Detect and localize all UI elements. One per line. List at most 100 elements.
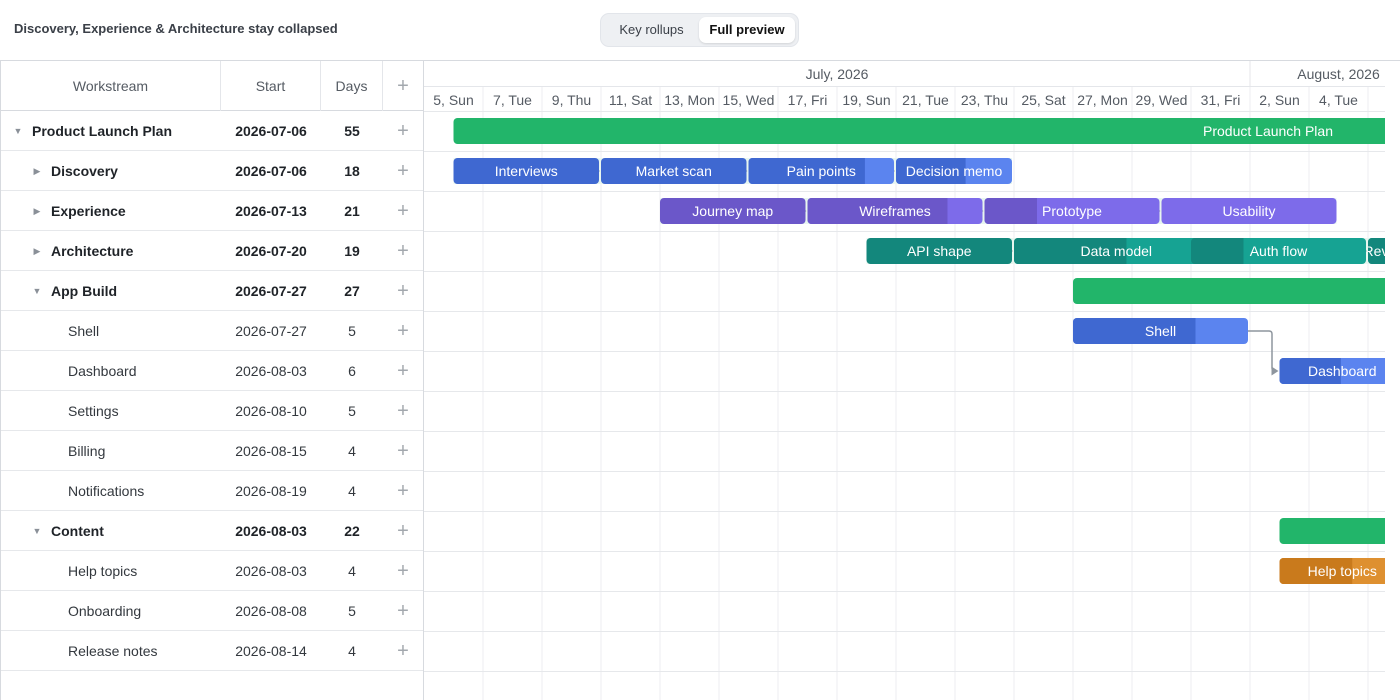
table-row[interactable]: ▶ Architecture 2026-07-20 19 + [1, 231, 423, 271]
task-bar[interactable]: Data model [1014, 238, 1219, 264]
add-subtask-icon[interactable]: + [383, 471, 423, 511]
bar-body[interactable] [1279, 518, 1386, 544]
table-row[interactable]: Billing 2026-08-15 4 + [1, 431, 423, 471]
task-bar[interactable] [1073, 278, 1385, 304]
workstream-name: Onboarding [68, 603, 142, 619]
task-bar[interactable]: Interviews [453, 158, 600, 184]
days-cell: 55 [344, 123, 360, 139]
bar-label: Usability [1223, 203, 1276, 219]
workstream-cell: ▶ Discovery [1, 151, 221, 191]
start-date-cell: 2026-08-03 [235, 523, 307, 539]
bar-label: Data model [1080, 243, 1152, 259]
chevron-right-icon[interactable]: ▶ [30, 231, 44, 271]
add-subtask-icon[interactable]: + [383, 271, 423, 311]
table-row[interactable]: Settings 2026-08-10 5 + [1, 391, 423, 431]
start-date-cell: 2026-08-19 [235, 483, 307, 499]
top-toolbar: Discovery, Experience & Architecture sta… [0, 0, 1400, 60]
table-row[interactable]: ▼ Content 2026-08-03 22 + [1, 511, 423, 551]
key-rollups-button[interactable]: Key rollups [605, 17, 698, 43]
chevron-down-icon[interactable]: ▼ [30, 511, 44, 551]
workstream-cell: ▶ Experience [1, 191, 221, 231]
workstream-name: App Build [51, 283, 118, 299]
timeline-svg: July, 2026 August, 2026 5, Sun 7, Tue 9, Thu… [424, 61, 1385, 700]
add-subtask-icon[interactable]: + [383, 391, 423, 431]
bar-progress [1073, 318, 1196, 344]
workstream-cell: ▼ App Build [1, 271, 221, 311]
chevron-right-icon[interactable]: ▶ [30, 151, 44, 191]
task-bar[interactable]: Auth flow [1191, 238, 1366, 264]
workstream-name: Product Launch Plan [32, 123, 173, 139]
add-subtask-icon[interactable]: + [383, 151, 423, 191]
days-cell: 21 [344, 203, 360, 219]
days-cell: 27 [344, 283, 360, 299]
workstream-name: Help topics [68, 563, 138, 579]
task-bar[interactable]: API shape [866, 238, 1013, 264]
add-subtask-icon[interactable]: + [383, 111, 423, 151]
workstream-cell: ▼ Product Launch Plan [1, 111, 221, 151]
add-subtask-icon[interactable]: + [383, 511, 423, 551]
chevron-right-icon[interactable]: ▶ [30, 191, 44, 231]
add-subtask-icon[interactable]: + [383, 591, 423, 631]
add-subtask-icon[interactable]: + [383, 551, 423, 591]
workstream-cell: Notifications [1, 471, 221, 511]
column-header-days[interactable]: Days [321, 61, 383, 111]
chevron-down-icon[interactable]: ▼ [11, 111, 25, 151]
task-bar[interactable]: Usability [1161, 198, 1337, 224]
day-label: 13, Mon [664, 92, 715, 108]
add-subtask-icon[interactable]: + [383, 351, 423, 391]
table-row[interactable]: ▼ App Build 2026-07-27 27 + [1, 271, 423, 311]
days-cell: 18 [344, 163, 360, 179]
bar-label: Journey map [692, 203, 773, 219]
add-subtask-icon[interactable]: + [383, 631, 423, 671]
day-label: 21, Tue [902, 92, 949, 108]
table-row[interactable]: Release notes 2026-08-14 4 + [1, 631, 423, 671]
workstream-name: Settings [68, 403, 119, 419]
task-bar[interactable]: Pain points [748, 158, 895, 184]
task-bar[interactable]: Help topics [1279, 558, 1386, 584]
bar-label: Auth flow [1250, 243, 1308, 259]
bar-label: Pain points [787, 163, 856, 179]
days-cell: 22 [344, 523, 360, 539]
add-subtask-icon[interactable]: + [383, 231, 423, 271]
chevron-down-icon[interactable]: ▼ [30, 271, 44, 311]
days-cell: 4 [348, 563, 356, 579]
task-bar[interactable]: Market scan [601, 158, 747, 184]
task-bar[interactable]: Journey map [660, 198, 806, 224]
add-subtask-icon[interactable]: + [383, 431, 423, 471]
bar-body[interactable] [1073, 278, 1385, 304]
task-bar[interactable] [1279, 518, 1386, 544]
day-label: 23, Thu [961, 92, 1008, 108]
task-bar[interactable]: Decision memo [896, 158, 1012, 184]
task-bar[interactable]: Wireframes [807, 198, 983, 224]
column-header-workstream[interactable]: Workstream [1, 61, 221, 111]
preview-caption: Discovery, Experience & Architecture sta… [14, 21, 338, 36]
add-subtask-icon[interactable]: + [383, 191, 423, 231]
month-label: July, 2026 [806, 66, 869, 82]
bar-label: Interviews [495, 163, 558, 179]
table-row[interactable]: Help topics 2026-08-03 4 + [1, 551, 423, 591]
task-bar[interactable]: Product Launch Plan [453, 118, 1386, 144]
column-header-start[interactable]: Start [221, 61, 321, 111]
day-label: 19, Sun [842, 92, 890, 108]
table-row[interactable]: Notifications 2026-08-19 4 + [1, 471, 423, 511]
add-subtask-icon[interactable]: + [383, 311, 423, 351]
table-row[interactable]: Dashboard 2026-08-03 6 + [1, 351, 423, 391]
table-row[interactable]: ▶ Experience 2026-07-13 21 + [1, 191, 423, 231]
view-toggle: Key rollups Full preview [600, 13, 799, 47]
task-bar[interactable]: Prototype [984, 198, 1160, 224]
table-row[interactable]: ▼ Product Launch Plan 2026-07-06 55 + [1, 111, 423, 151]
start-date-cell: 2026-07-20 [235, 243, 307, 259]
full-preview-button[interactable]: Full preview [699, 17, 795, 43]
table-row[interactable]: Onboarding 2026-08-08 5 + [1, 591, 423, 631]
start-date-cell: 2026-08-03 [235, 563, 307, 579]
days-cell: 19 [344, 243, 360, 259]
add-task-header-icon[interactable]: + [383, 61, 423, 111]
task-bar[interactable]: Shell [1073, 318, 1248, 344]
start-date-cell: 2026-07-27 [235, 283, 307, 299]
table-row[interactable]: ▶ Discovery 2026-07-06 18 + [1, 151, 423, 191]
table-row[interactable]: Shell 2026-07-27 5 + [1, 311, 423, 351]
grid-rows: ▼ Product Launch Plan 2026-07-06 55 + ▶ Discov… [1, 111, 423, 671]
vertical-scrollbar[interactable] [1385, 61, 1400, 700]
days-cell: 4 [348, 443, 356, 459]
task-bar[interactable]: Dashboard [1279, 358, 1386, 384]
